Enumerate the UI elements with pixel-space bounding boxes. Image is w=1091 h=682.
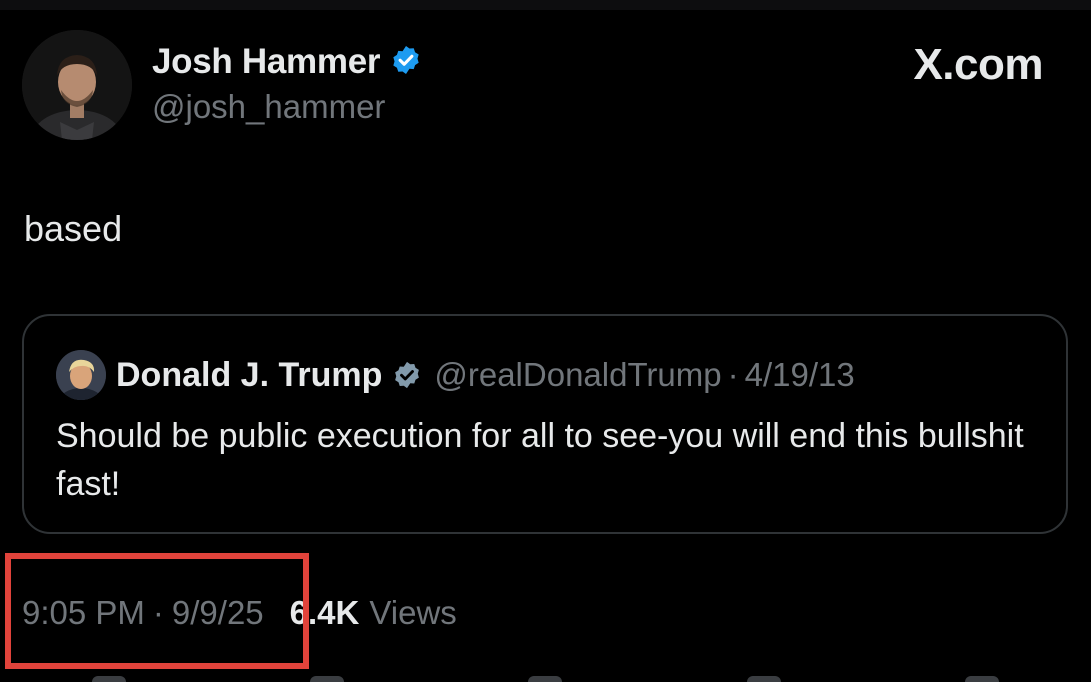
quoted-header-separator: · [727,356,739,393]
quoted-tweet-date[interactable]: 4/19/13 [745,356,855,394]
timestamp-highlight-box [5,553,309,669]
x-brand-label: X.com [913,40,1043,89]
quoted-author-avatar-image [56,350,106,400]
author-avatar[interactable] [22,30,132,140]
quoted-tweet-card[interactable]: Donald J. Trump @realDonaldTrump · 4/19/… [22,314,1068,534]
tweet-text: based [24,208,123,249]
verified-badge-icon [390,44,422,81]
quoted-author-handle[interactable]: @realDonaldTrump [434,356,721,394]
views-label[interactable]: Views [369,594,456,632]
quoted-author-avatar[interactable] [56,350,106,400]
top-edge [0,0,1091,10]
author-name-row: Josh Hammer [152,42,422,82]
author-handle[interactable]: @josh_hammer [152,88,385,126]
reply-icon[interactable] [92,676,127,682]
bookmark-icon[interactable] [746,676,781,682]
repost-icon[interactable] [310,676,345,682]
action-bar-edge [0,676,1091,682]
quoted-author-name[interactable]: Donald J. Trump [116,356,382,395]
quoted-tweet-header: Donald J. Trump @realDonaldTrump · 4/19/… [56,350,855,400]
quoted-tweet-text: Should be public execution for all to se… [56,417,1024,503]
author-avatar-image [22,30,132,140]
share-icon[interactable] [964,676,999,682]
verified-badge-icon [392,360,422,390]
like-icon[interactable] [528,676,563,682]
author-name[interactable]: Josh Hammer [152,42,380,82]
